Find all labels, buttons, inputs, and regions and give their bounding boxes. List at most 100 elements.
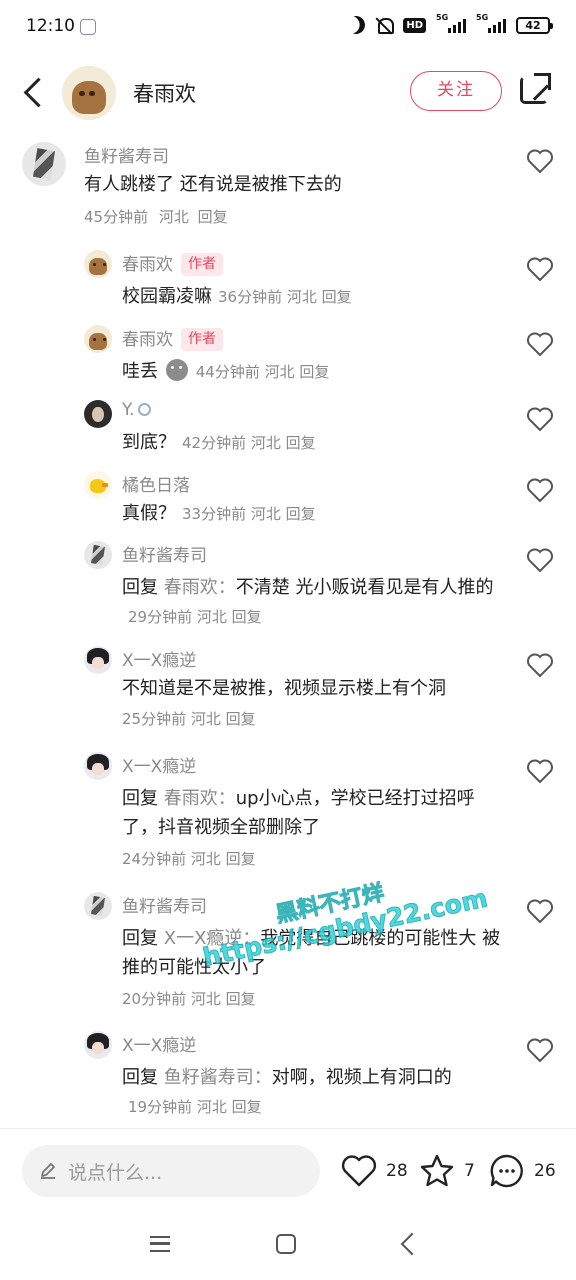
reply-link[interactable]: 回复 <box>226 710 256 728</box>
comment-meta: 19分钟前 河北 回复 <box>128 1098 262 1116</box>
comment-username[interactable]: 春雨欢 作者 <box>122 325 223 351</box>
comment-text: 回复 X一X瘾逆：我觉得自己跳楼的可能性大 被推的可能性太小了 <box>122 928 501 978</box>
comment-username[interactable]: 鱼籽酱寿司 <box>122 892 207 917</box>
reply-link[interactable]: 回复 <box>286 505 316 523</box>
author-tag: 作者 <box>181 253 223 276</box>
user-avatar[interactable] <box>84 892 112 920</box>
comment-item[interactable]: Y. 到底？ 42分钟前 河北 回复 <box>0 392 576 460</box>
battery-icon: 42 <box>516 16 553 34</box>
comment-meta: 44分钟前 河北 回复 <box>195 363 330 381</box>
user-avatar[interactable] <box>84 325 112 353</box>
star-icon <box>420 1154 454 1187</box>
comment-meta: 24分钟前 河北 回复 <box>122 850 256 868</box>
comment-item[interactable]: 鱼籽酱寿司 回复 X一X瘾逆：我觉得自己跳楼的可能性大 被推的可能性太小了 20… <box>0 884 576 1014</box>
follow-button[interactable]: 关注 <box>410 71 502 111</box>
comment-text: 回复 鱼籽酱寿司：对啊，视频上有洞口的19分钟前 河北 回复 <box>122 1067 452 1116</box>
comment-item[interactable]: X一X瘾逆 不知道是不是被推，视频显示楼上有个洞 25分钟前 河北 回复 <box>0 638 576 738</box>
heart-icon[interactable] <box>526 477 554 503</box>
comment-bubble-icon <box>490 1154 523 1188</box>
do-not-disturb-icon <box>345 13 368 36</box>
signal-icon-2: 5G <box>476 13 506 33</box>
comment-input[interactable]: 说点什么... <box>22 1145 320 1197</box>
comment-location: 河北 <box>158 208 189 226</box>
comment-username[interactable]: X一X瘾逆 <box>122 752 196 777</box>
header: 春雨欢 关注 <box>0 58 576 126</box>
user-avatar[interactable] <box>84 471 112 499</box>
user-avatar[interactable] <box>84 400 112 428</box>
signal-icon: 5G <box>436 13 466 33</box>
comment-username[interactable]: 春雨欢 作者 <box>122 250 223 276</box>
comment-item[interactable]: X一X瘾逆 回复 春雨欢：up小心点，学校已经打过招呼了，抖音视频全部删除了 2… <box>0 744 576 874</box>
share-icon[interactable] <box>520 73 551 104</box>
comment-username[interactable]: 鱼籽酱寿司 <box>122 541 207 566</box>
reply-link[interactable]: 回复 <box>322 288 352 306</box>
user-avatar[interactable] <box>22 142 66 186</box>
heart-icon[interactable] <box>526 1037 554 1063</box>
comment-item[interactable]: 橘色日落 真假？ 33分钟前 河北 回复 <box>0 463 576 531</box>
comment-meta: 25分钟前 河北 回复 <box>122 710 256 728</box>
comment-item[interactable]: 鱼籽酱寿司 回复 春雨欢：不清楚 光小贩说看见是有人推的29分钟前 河北 回复 <box>0 533 576 633</box>
comment-text: 有人跳楼了 还有说是被推下去的 <box>84 174 342 195</box>
status-time: 12:10 <box>26 16 75 36</box>
app-notification-icon <box>80 19 96 35</box>
heart-icon[interactable] <box>526 256 554 282</box>
comment-username[interactable]: 鱼籽酱寿司 <box>84 142 169 167</box>
favorite-count: 7 <box>464 1161 475 1181</box>
back-icon[interactable] <box>18 74 50 110</box>
comment-item[interactable]: 春雨欢 作者 校园霸凌嘛 36分钟前 河北 回复 <box>0 242 576 310</box>
comment-item[interactable]: X一X瘾逆 回复 鱼籽酱寿司：对啊，视频上有洞口的19分钟前 河北 回复 <box>0 1023 576 1120</box>
comment-text: 回复 春雨欢：up小心点，学校已经打过招呼了，抖音视频全部删除了 <box>122 788 475 838</box>
favorite-button[interactable]: 7 <box>418 1151 475 1191</box>
comment-text: 真假？ 33分钟前 河北 回复 <box>122 503 316 524</box>
heart-icon[interactable] <box>526 758 554 784</box>
recent-apps-icon[interactable] <box>150 1236 170 1252</box>
system-nav-bar <box>0 1214 576 1280</box>
author-avatar[interactable] <box>62 66 116 120</box>
comment-meta: 36分钟前 河北 回复 <box>218 288 352 306</box>
comment-input-placeholder: 说点什么... <box>68 1162 163 1184</box>
sticker-emoji <box>165 359 188 381</box>
mute-bell-icon <box>375 16 395 34</box>
heart-icon[interactable] <box>526 406 554 432</box>
hd-badge: HD <box>403 17 426 33</box>
author-tag: 作者 <box>181 328 223 351</box>
reply-link[interactable]: 回复 <box>226 990 256 1008</box>
comment-username[interactable]: Y. <box>122 400 152 420</box>
reply-link[interactable]: 回复 <box>232 1098 262 1116</box>
status-icons: HD 5G 5G 42 <box>345 13 553 36</box>
comment-button[interactable]: 26 <box>488 1151 556 1191</box>
comment-item[interactable]: 鱼籽酱寿司 有人跳楼了 还有说是被推下去的 45分钟前 河北 回复 <box>0 130 576 230</box>
comment-text: 哇丢 44分钟前 河北 回复 <box>122 359 330 382</box>
heart-icon[interactable] <box>526 331 554 357</box>
comment-meta: 29分钟前 河北 回复 <box>128 608 262 626</box>
user-avatar[interactable] <box>84 646 112 674</box>
like-button[interactable]: 28 <box>340 1151 408 1191</box>
comment-username[interactable]: X一X瘾逆 <box>122 646 196 671</box>
like-count: 28 <box>386 1161 408 1181</box>
user-avatar[interactable] <box>84 1031 112 1059</box>
comment-meta: 42分钟前 河北 回复 <box>182 434 316 452</box>
reply-link[interactable]: 回复 <box>226 850 256 868</box>
nav-back-icon[interactable] <box>400 1232 424 1256</box>
user-avatar[interactable] <box>84 250 112 278</box>
heart-icon[interactable] <box>526 148 554 174</box>
comment-username[interactable]: X一X瘾逆 <box>122 1031 196 1056</box>
comment-text: 回复 春雨欢：不清楚 光小贩说看见是有人推的29分钟前 河北 回复 <box>122 577 494 626</box>
heart-icon[interactable] <box>526 898 554 924</box>
heart-icon[interactable] <box>526 652 554 678</box>
user-avatar[interactable] <box>84 541 112 569</box>
user-avatar[interactable] <box>84 752 112 780</box>
heart-icon[interactable] <box>526 547 554 573</box>
author-name[interactable]: 春雨欢 <box>133 78 196 108</box>
comment-username[interactable]: 橘色日落 <box>122 471 190 496</box>
comment-text: 不知道是不是被推，视频显示楼上有个洞 <box>122 678 446 699</box>
bottom-bar: 说点什么... 28 7 26 <box>0 1128 576 1214</box>
pen-icon <box>41 1163 55 1179</box>
reply-link[interactable]: 回复 <box>286 434 316 452</box>
reply-link[interactable]: 回复 <box>198 208 228 226</box>
comment-count: 26 <box>534 1161 556 1181</box>
reply-link[interactable]: 回复 <box>232 608 262 626</box>
reply-link[interactable]: 回复 <box>299 363 329 381</box>
comment-item[interactable]: 春雨欢 作者 哇丢 44分钟前 河北 回复 <box>0 317 576 385</box>
home-icon[interactable] <box>276 1234 296 1254</box>
